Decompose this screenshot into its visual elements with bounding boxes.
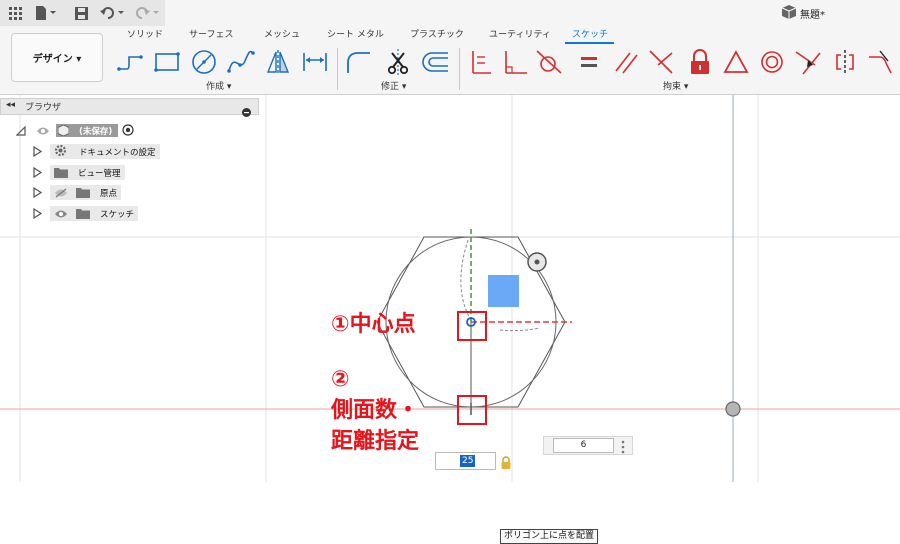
- collapse-panel-icon[interactable]: ◂◂: [6, 100, 15, 110]
- active-tab-indicator: [565, 42, 614, 44]
- symmetry-icon[interactable]: [830, 47, 860, 77]
- tab-surface[interactable]: サーフェス: [189, 27, 233, 43]
- eye-icon[interactable]: [36, 121, 50, 140]
- tab-plastic[interactable]: プラスチック: [410, 27, 464, 43]
- fillet-tool-icon[interactable]: [343, 47, 373, 77]
- curvature-icon[interactable]: [866, 47, 896, 77]
- eye-hidden-icon[interactable]: [54, 183, 68, 202]
- component-icon: [58, 125, 69, 136]
- cube-icon: [781, 4, 797, 23]
- document-title-text: 無題*: [800, 9, 825, 21]
- lock-icon[interactable]: [685, 47, 715, 77]
- more-options-icon[interactable]: [620, 439, 626, 454]
- cursor-tooltip: ポリゴン上に点を配置: [500, 529, 599, 544]
- trim-tool-icon[interactable]: [383, 47, 413, 77]
- browser-item-sketches[interactable]: スケッチ: [33, 204, 139, 223]
- equal-icon[interactable]: [574, 47, 604, 77]
- offset-tool-icon[interactable]: [420, 47, 450, 77]
- expand-triangle-icon[interactable]: [33, 142, 43, 161]
- expand-triangle-icon[interactable]: [15, 121, 26, 140]
- browser-item-label: ビュー管理: [78, 168, 121, 179]
- horizontal-vertical-icon[interactable]: [465, 47, 495, 77]
- annotation-step2-line1: 側面数・: [331, 398, 420, 423]
- spline-tool-icon[interactable]: [226, 47, 256, 77]
- create-group-label[interactable]: 作成 ▾: [206, 79, 231, 92]
- distance-value: 25: [460, 455, 476, 467]
- tab-utility[interactable]: ユーティリティ: [489, 27, 551, 43]
- annotation-step2-line2: 距離指定: [331, 429, 420, 454]
- ribbon-divider: [337, 48, 338, 90]
- lock-icon[interactable]: [500, 454, 512, 469]
- title-bar: 無題*: [0, 0, 900, 26]
- rectangle-tool-icon[interactable]: [152, 47, 182, 77]
- annotation-step1: ①中心点: [331, 312, 416, 337]
- coincident-icon[interactable]: [646, 47, 676, 77]
- undo-icon[interactable]: [98, 4, 128, 22]
- browser-item-document-settings[interactable]: ドキュメントの設定: [33, 143, 160, 160]
- eye-icon[interactable]: [54, 204, 68, 223]
- browser-panel-header: ◂◂ ブラウザ: [0, 98, 259, 117]
- folder-icon: [76, 183, 90, 202]
- browser-item-label: スケッチ: [100, 209, 135, 220]
- tab-sheet-metal[interactable]: シート メタル: [327, 27, 384, 43]
- root-label-box[interactable]: (未保存): [56, 124, 119, 137]
- quick-access-toolbar: [0, 0, 165, 26]
- tab-solid[interactable]: ソリッド: [127, 27, 163, 43]
- browser-item-label: 原点: [100, 188, 118, 199]
- browser-item-named-views[interactable]: ビュー管理: [33, 164, 125, 181]
- apps-grid-icon[interactable]: [6, 4, 24, 22]
- root-label: (未保存): [79, 126, 113, 137]
- midpoint-icon[interactable]: [793, 47, 823, 77]
- mirror-tool-icon[interactable]: [263, 47, 293, 77]
- annotation-step2-number: ②: [331, 367, 350, 392]
- tangent-icon[interactable]: [534, 47, 564, 77]
- concentric-icon[interactable]: [757, 47, 787, 77]
- file-icon[interactable]: [34, 4, 60, 22]
- perpendicular-icon[interactable]: [500, 47, 530, 77]
- gear-icon: [54, 142, 67, 161]
- browser-root-node[interactable]: (未保存): [15, 121, 134, 140]
- modify-group-label[interactable]: 修正 ▾: [381, 79, 406, 92]
- expand-triangle-icon[interactable]: [33, 183, 43, 202]
- parallel-icon[interactable]: [612, 47, 642, 77]
- save-icon[interactable]: [72, 4, 90, 22]
- constraints-group-label[interactable]: 拘束 ▾: [663, 79, 688, 92]
- expand-triangle-icon[interactable]: [33, 163, 43, 182]
- browser-item-origin[interactable]: 原点: [33, 183, 122, 202]
- folder-icon: [76, 204, 90, 223]
- tab-mesh[interactable]: メッシュ: [264, 27, 300, 43]
- circle-tool-icon[interactable]: [189, 47, 219, 77]
- workspace-switcher-button[interactable]: デザイン ▾: [11, 33, 103, 82]
- document-title: 無題*: [781, 3, 825, 23]
- minimize-icon[interactable]: [242, 102, 251, 121]
- line-tool-icon[interactable]: [115, 47, 145, 77]
- dimension-tool-icon[interactable]: [300, 47, 330, 77]
- sides-input[interactable]: 6: [553, 438, 614, 453]
- redo-icon[interactable]: [132, 4, 162, 22]
- distance-point-highlight: [457, 395, 487, 425]
- browser-title: ブラウザ: [25, 103, 62, 113]
- tab-sketch[interactable]: スケッチ: [572, 27, 608, 43]
- folder-icon: [54, 163, 68, 182]
- ribbon-divider: [459, 48, 460, 90]
- ribbon: デザイン ▾ ソリッド サーフェス メッシュ シート メタル プラスチック ユー…: [0, 26, 900, 95]
- browser-item-label: ドキュメントの設定: [79, 147, 156, 158]
- expand-triangle-icon[interactable]: [33, 204, 43, 223]
- activate-radio-icon[interactable]: [122, 121, 134, 140]
- triangle-icon[interactable]: [721, 47, 751, 77]
